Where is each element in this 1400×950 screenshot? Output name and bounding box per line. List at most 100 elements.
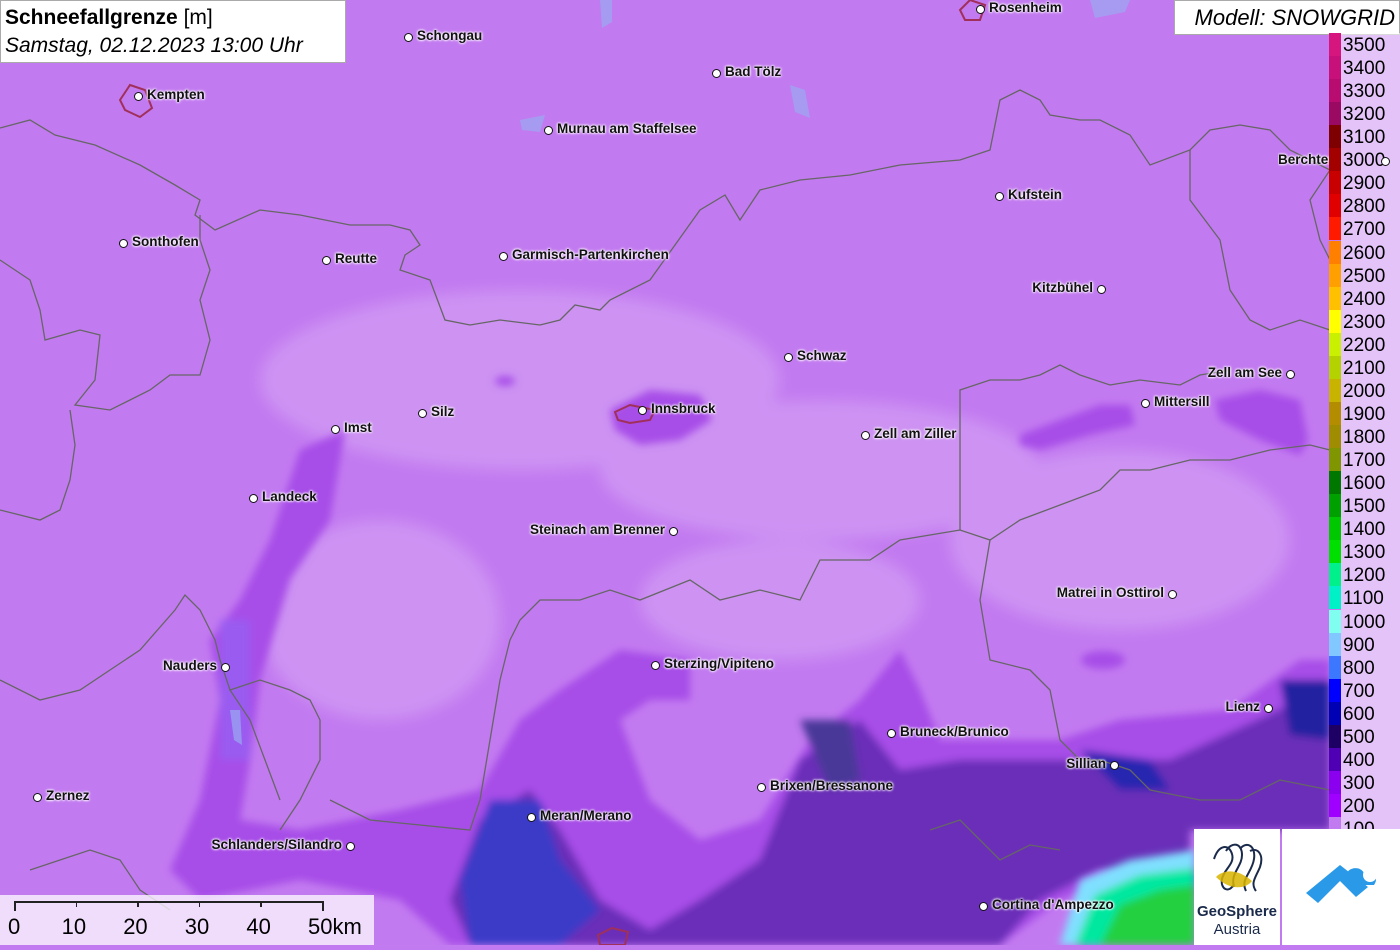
legend-label: 3300	[1343, 81, 1386, 103]
legend-label: 1600	[1343, 473, 1386, 495]
city-label: Nauders	[162, 658, 217, 673]
city-marker[interactable]	[322, 256, 331, 265]
legend-row: 3300	[1329, 79, 1400, 103]
scale-label: 50km	[308, 914, 362, 939]
city-marker[interactable]	[784, 353, 793, 362]
legend-label: 2200	[1343, 334, 1386, 356]
city-marker[interactable]	[638, 406, 647, 415]
legend-label: 1200	[1343, 565, 1386, 587]
legend-row: 1900	[1329, 401, 1400, 425]
city-label: Reutte	[335, 251, 378, 266]
scale-tick	[75, 901, 78, 907]
legend-row: 1500	[1329, 494, 1400, 518]
legend-swatch	[1329, 240, 1341, 264]
legend-row: 2900	[1329, 171, 1400, 195]
legend-swatch	[1329, 701, 1341, 725]
city-marker[interactable]	[527, 813, 536, 822]
legend-swatch	[1329, 632, 1341, 656]
legend-swatch	[1329, 448, 1341, 472]
legend-swatch	[1329, 747, 1341, 771]
city-marker[interactable]	[1110, 761, 1119, 770]
legend-swatch	[1329, 332, 1341, 356]
city-marker[interactable]	[712, 69, 721, 78]
legend-row: 900	[1329, 632, 1400, 656]
city-marker[interactable]	[1264, 704, 1273, 713]
city-marker[interactable]	[995, 192, 1004, 201]
city-marker[interactable]	[651, 661, 660, 670]
legend-label: 1400	[1343, 519, 1386, 541]
legend-swatch	[1329, 563, 1341, 587]
city-marker[interactable]	[331, 425, 340, 434]
geosphere-logo[interactable]: GeoSphere Austria	[1194, 829, 1280, 945]
city-label: Meran/Merano	[540, 808, 632, 823]
city-label: Lienz	[1225, 699, 1260, 714]
city-label: Matrei in Osttirol	[1056, 585, 1164, 600]
legend-row: 1400	[1329, 517, 1400, 541]
city-marker[interactable]	[1097, 285, 1106, 294]
legend-swatch	[1329, 678, 1341, 702]
legend-swatch	[1329, 655, 1341, 679]
city-marker[interactable]	[499, 252, 508, 261]
snow-app-logo[interactable]	[1282, 829, 1400, 945]
legend-swatch	[1329, 56, 1341, 80]
city-label: Brixen/Bressanone	[770, 778, 894, 793]
city-label: Bad Tölz	[725, 64, 782, 79]
legend-label: 900	[1343, 634, 1375, 656]
legend-swatch	[1329, 125, 1341, 149]
legend-swatch	[1329, 194, 1341, 218]
city-marker[interactable]	[418, 409, 427, 418]
city-label: Rosenheim	[989, 0, 1062, 15]
city-marker[interactable]	[887, 729, 896, 738]
city-marker[interactable]	[33, 793, 42, 802]
city-marker[interactable]	[861, 431, 870, 440]
legend-swatch	[1329, 263, 1341, 287]
scale-label: 40	[246, 914, 271, 939]
city-marker[interactable]	[544, 126, 553, 135]
city-label: Garmisch-Partenkirchen	[512, 247, 669, 262]
scale-line	[14, 901, 322, 903]
geosphere-sub: Austria	[1213, 921, 1261, 938]
legend-label: 600	[1343, 703, 1375, 725]
city-marker[interactable]	[976, 5, 985, 14]
map-title: Schneefallgrenze [m]	[5, 6, 213, 29]
city-marker[interactable]	[346, 842, 355, 851]
legend-label: 800	[1343, 657, 1375, 679]
city-marker[interactable]	[1286, 370, 1295, 379]
legend-label: 1000	[1343, 611, 1386, 633]
legend-swatch	[1329, 355, 1341, 379]
legend-row: 1100	[1329, 586, 1400, 610]
city-marker[interactable]	[134, 92, 143, 101]
legend-swatch	[1329, 540, 1341, 564]
map-datetime: Samstag, 02.12.2023 13:00 Uhr	[5, 34, 303, 57]
legend-label: 2400	[1343, 288, 1386, 310]
city-marker[interactable]	[669, 527, 678, 536]
legend-swatch	[1329, 793, 1341, 817]
city-marker[interactable]	[119, 239, 128, 248]
city-label: Bruneck/Brunico	[900, 724, 1009, 739]
scale-label: 10	[61, 914, 87, 939]
city-label: Steinach am Brenner	[529, 522, 665, 537]
legend-label: 3500	[1343, 35, 1386, 56]
city-marker[interactable]	[979, 902, 988, 911]
legend-swatch	[1329, 79, 1341, 103]
city-marker[interactable]	[1168, 590, 1177, 599]
city-marker[interactable]	[1141, 399, 1150, 408]
city-marker[interactable]	[249, 494, 258, 503]
city-label: Sillian	[1066, 756, 1106, 771]
legend-row: 2100	[1329, 355, 1400, 379]
legend-swatch	[1329, 286, 1341, 310]
legend-label: 1700	[1343, 450, 1386, 472]
legend-swatch	[1329, 609, 1341, 633]
city-marker[interactable]	[1381, 157, 1390, 166]
city-marker[interactable]	[404, 33, 413, 42]
city-marker[interactable]	[221, 663, 230, 672]
legend-label: 400	[1343, 749, 1375, 771]
geosphere-swirl-icon	[1213, 843, 1263, 892]
legend-row: 2500	[1329, 263, 1400, 287]
scale-label: 30	[184, 914, 210, 939]
legend-row: 1000	[1329, 609, 1400, 633]
city-label: Landeck	[262, 489, 317, 504]
city-marker[interactable]	[757, 783, 766, 792]
legend-swatch	[1329, 33, 1341, 56]
snowfall-limit-map[interactable]	[0, 0, 1400, 945]
